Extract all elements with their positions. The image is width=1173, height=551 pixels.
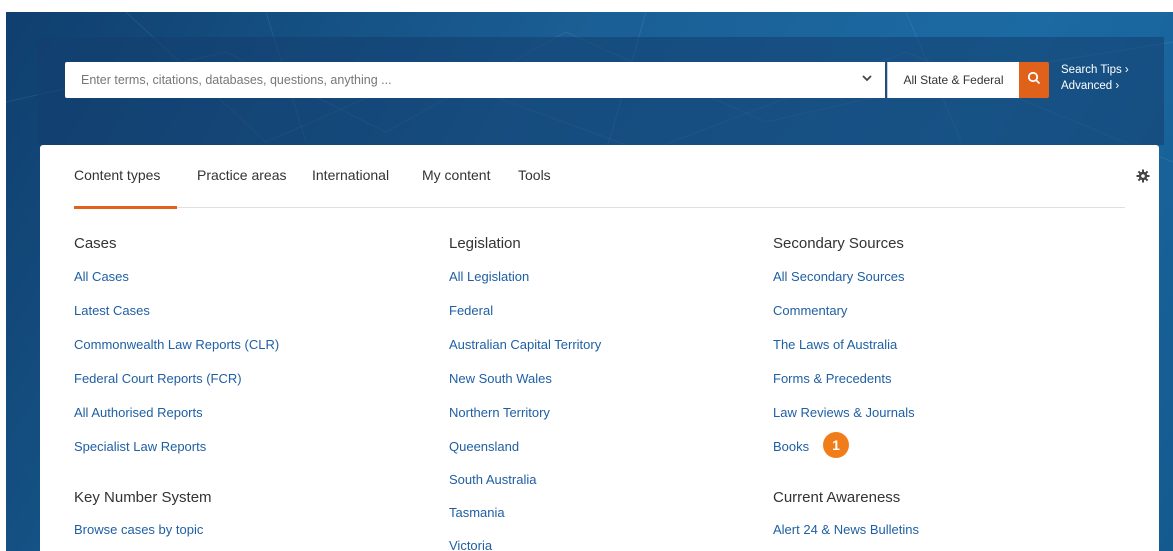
cases-link[interactable]: Federal Court Reports (FCR) [74,371,242,386]
legislation-link[interactable]: Queensland [449,439,519,454]
callout-badge: 1 [823,432,849,458]
cases-link[interactable]: Commonwealth Law Reports (CLR) [74,337,279,352]
secondary-sources-link[interactable]: Commentary [773,303,847,318]
current-awareness-link[interactable]: Alert 24 & News Bulletins [773,522,919,537]
tab-content-types[interactable]: Content types [74,167,160,183]
secondary-sources-link[interactable]: Law Reviews & Journals [773,405,915,420]
active-tab-indicator [74,206,177,209]
cases-heading: Cases [74,235,117,252]
cases-link[interactable]: All Authorised Reports [74,405,203,420]
secondary-sources-link[interactable]: All Secondary Sources [773,269,905,284]
tab-practice-areas[interactable]: Practice areas [197,167,286,183]
search-icon [1027,71,1041,90]
tab-tools[interactable]: Tools [518,167,551,183]
books-link[interactable]: Books [773,439,809,454]
secondary-sources-heading: Secondary Sources [773,235,904,252]
page: All State & Federal Search Tips › Advanc… [0,0,1173,551]
legislation-link[interactable]: Federal [449,303,493,318]
tab-my-content[interactable]: My content [422,167,490,183]
current-awareness-heading: Current Awareness [773,489,901,506]
jurisdiction-selector[interactable]: All State & Federal [887,62,1019,98]
legislation-heading: Legislation [449,235,521,252]
tab-international[interactable]: International [312,167,389,183]
legislation-link[interactable]: Northern Territory [449,405,550,420]
cases-link[interactable]: Specialist Law Reports [74,439,206,454]
content-panel: Content types Practice areas Internation… [40,145,1159,551]
cases-link[interactable]: All Cases [74,269,129,284]
secondary-sources-link[interactable]: The Laws of Australia [773,337,897,352]
chevron-down-icon[interactable] [861,72,873,87]
search-input[interactable] [65,62,845,98]
legislation-link[interactable]: South Australia [449,472,536,487]
gear-icon[interactable] [1136,169,1150,188]
tab-bar: Content types Practice areas Internation… [74,145,1150,209]
legislation-link[interactable]: New South Wales [449,371,552,386]
legislation-link[interactable]: Tasmania [449,505,505,520]
legislation-link[interactable]: All Legislation [449,269,529,284]
advanced-search-link[interactable]: Advanced › [1061,78,1129,94]
search-bar [65,62,885,98]
jurisdiction-label: All State & Federal [903,73,1004,87]
secondary-sources-link[interactable]: Forms & Precedents [773,371,892,386]
legislation-link[interactable]: Australian Capital Territory [449,337,601,352]
search-button[interactable] [1019,62,1049,98]
key-number-link[interactable]: Browse cases by topic [74,522,203,537]
search-links: Search Tips › Advanced › [1061,62,1129,94]
cases-link[interactable]: Latest Cases [74,303,150,318]
search-tips-link[interactable]: Search Tips › [1061,62,1129,78]
legislation-link[interactable]: Victoria [449,538,492,551]
key-number-heading: Key Number System [74,489,212,506]
